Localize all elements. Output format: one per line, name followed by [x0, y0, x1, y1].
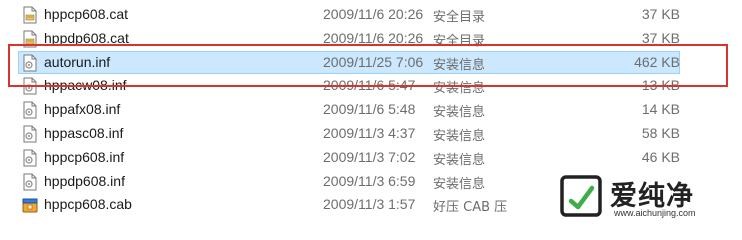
cab-archive-icon: [22, 196, 38, 214]
file-name: hppcp608.cab: [44, 196, 132, 213]
setup-info-file-icon: [22, 101, 38, 119]
file-row[interactable]: hppasc08.inf 2009/11/3 4:37 安装信息 58 KB: [0, 122, 742, 146]
file-row[interactable]: hppacw08.inf 2009/11/6 5:47 安装信息 13 KB: [0, 74, 742, 98]
file-size: 46 KB: [641, 148, 680, 165]
file-row[interactable]: hppcp608.inf 2009/11/3 7:02 安装信息 46 KB: [0, 146, 742, 170]
file-row-selected[interactable]: autorun.inf 2009/11/25 7:06 安装信息 462 KB: [0, 50, 742, 75]
file-date: 2009/11/3 7:02: [323, 148, 416, 165]
setup-info-file-icon: [22, 173, 38, 191]
file-type: 好压 CAB 压: [433, 200, 508, 216]
setup-info-file-icon: [22, 54, 38, 72]
file-date: 2009/11/6 5:48: [323, 101, 416, 118]
setup-info-file-icon: [22, 125, 38, 143]
setup-info-file-icon: [22, 77, 38, 95]
file-size: 14 KB: [641, 101, 680, 118]
file-row[interactable]: hppafx08.inf 2009/11/6 5:48 安装信息 14 KB: [0, 98, 742, 122]
catalog-file-icon: [22, 6, 38, 24]
file-type: 安装信息: [433, 105, 486, 121]
file-size: 58 KB: [641, 124, 680, 141]
file-name: autorun.inf: [44, 53, 111, 70]
file-date: 2009/11/3 6:59: [323, 172, 416, 189]
watermark-url: www.aichunjing.com: [614, 208, 696, 218]
file-name: hppacw08.inf: [44, 77, 127, 94]
file-type: 安装信息: [433, 128, 486, 144]
file-size: 37 KB: [641, 6, 680, 22]
setup-info-file-icon: [22, 149, 38, 167]
file-date: 2009/11/6 20:26: [323, 29, 424, 46]
file-type: 安装信息: [433, 152, 486, 168]
watermark: 爱纯净 www.aichunjing.com: [552, 171, 742, 223]
file-date: 2009/11/6 20:26: [323, 6, 424, 22]
file-name: hppdp608.inf: [44, 172, 125, 189]
file-name: hppafx08.inf: [44, 101, 121, 118]
file-size: 37 KB: [641, 29, 680, 46]
file-name: hppdp608.cat: [44, 29, 129, 46]
file-name: hppcp608.inf: [44, 148, 125, 165]
file-row[interactable]: hppdp608.cat 2009/11/6 20:26 安全目录 37 KB: [0, 27, 742, 51]
file-name: hppasc08.inf: [44, 124, 124, 141]
file-type: 安装信息: [433, 81, 486, 97]
file-date: 2009/11/3 1:57: [323, 196, 416, 213]
file-date: 2009/11/3 4:37: [323, 124, 416, 141]
file-size: 462 KB: [634, 53, 680, 70]
file-type: 安装信息: [433, 57, 486, 73]
watermark-logo-icon: [559, 174, 603, 218]
file-date: 2009/11/6 5:47: [323, 77, 416, 94]
file-type: 安装信息: [433, 176, 486, 192]
file-name: hppcp608.cat: [44, 6, 129, 22]
catalog-file-icon: [22, 30, 38, 48]
file-type: 安全目录: [433, 10, 486, 25]
file-size: 13 KB: [641, 77, 680, 94]
file-type: 安全目录: [433, 33, 486, 49]
file-date: 2009/11/25 7:06: [323, 53, 424, 70]
file-row[interactable]: hppcp608.cat 2009/11/6 20:26 安全目录 37 KB: [0, 3, 742, 27]
